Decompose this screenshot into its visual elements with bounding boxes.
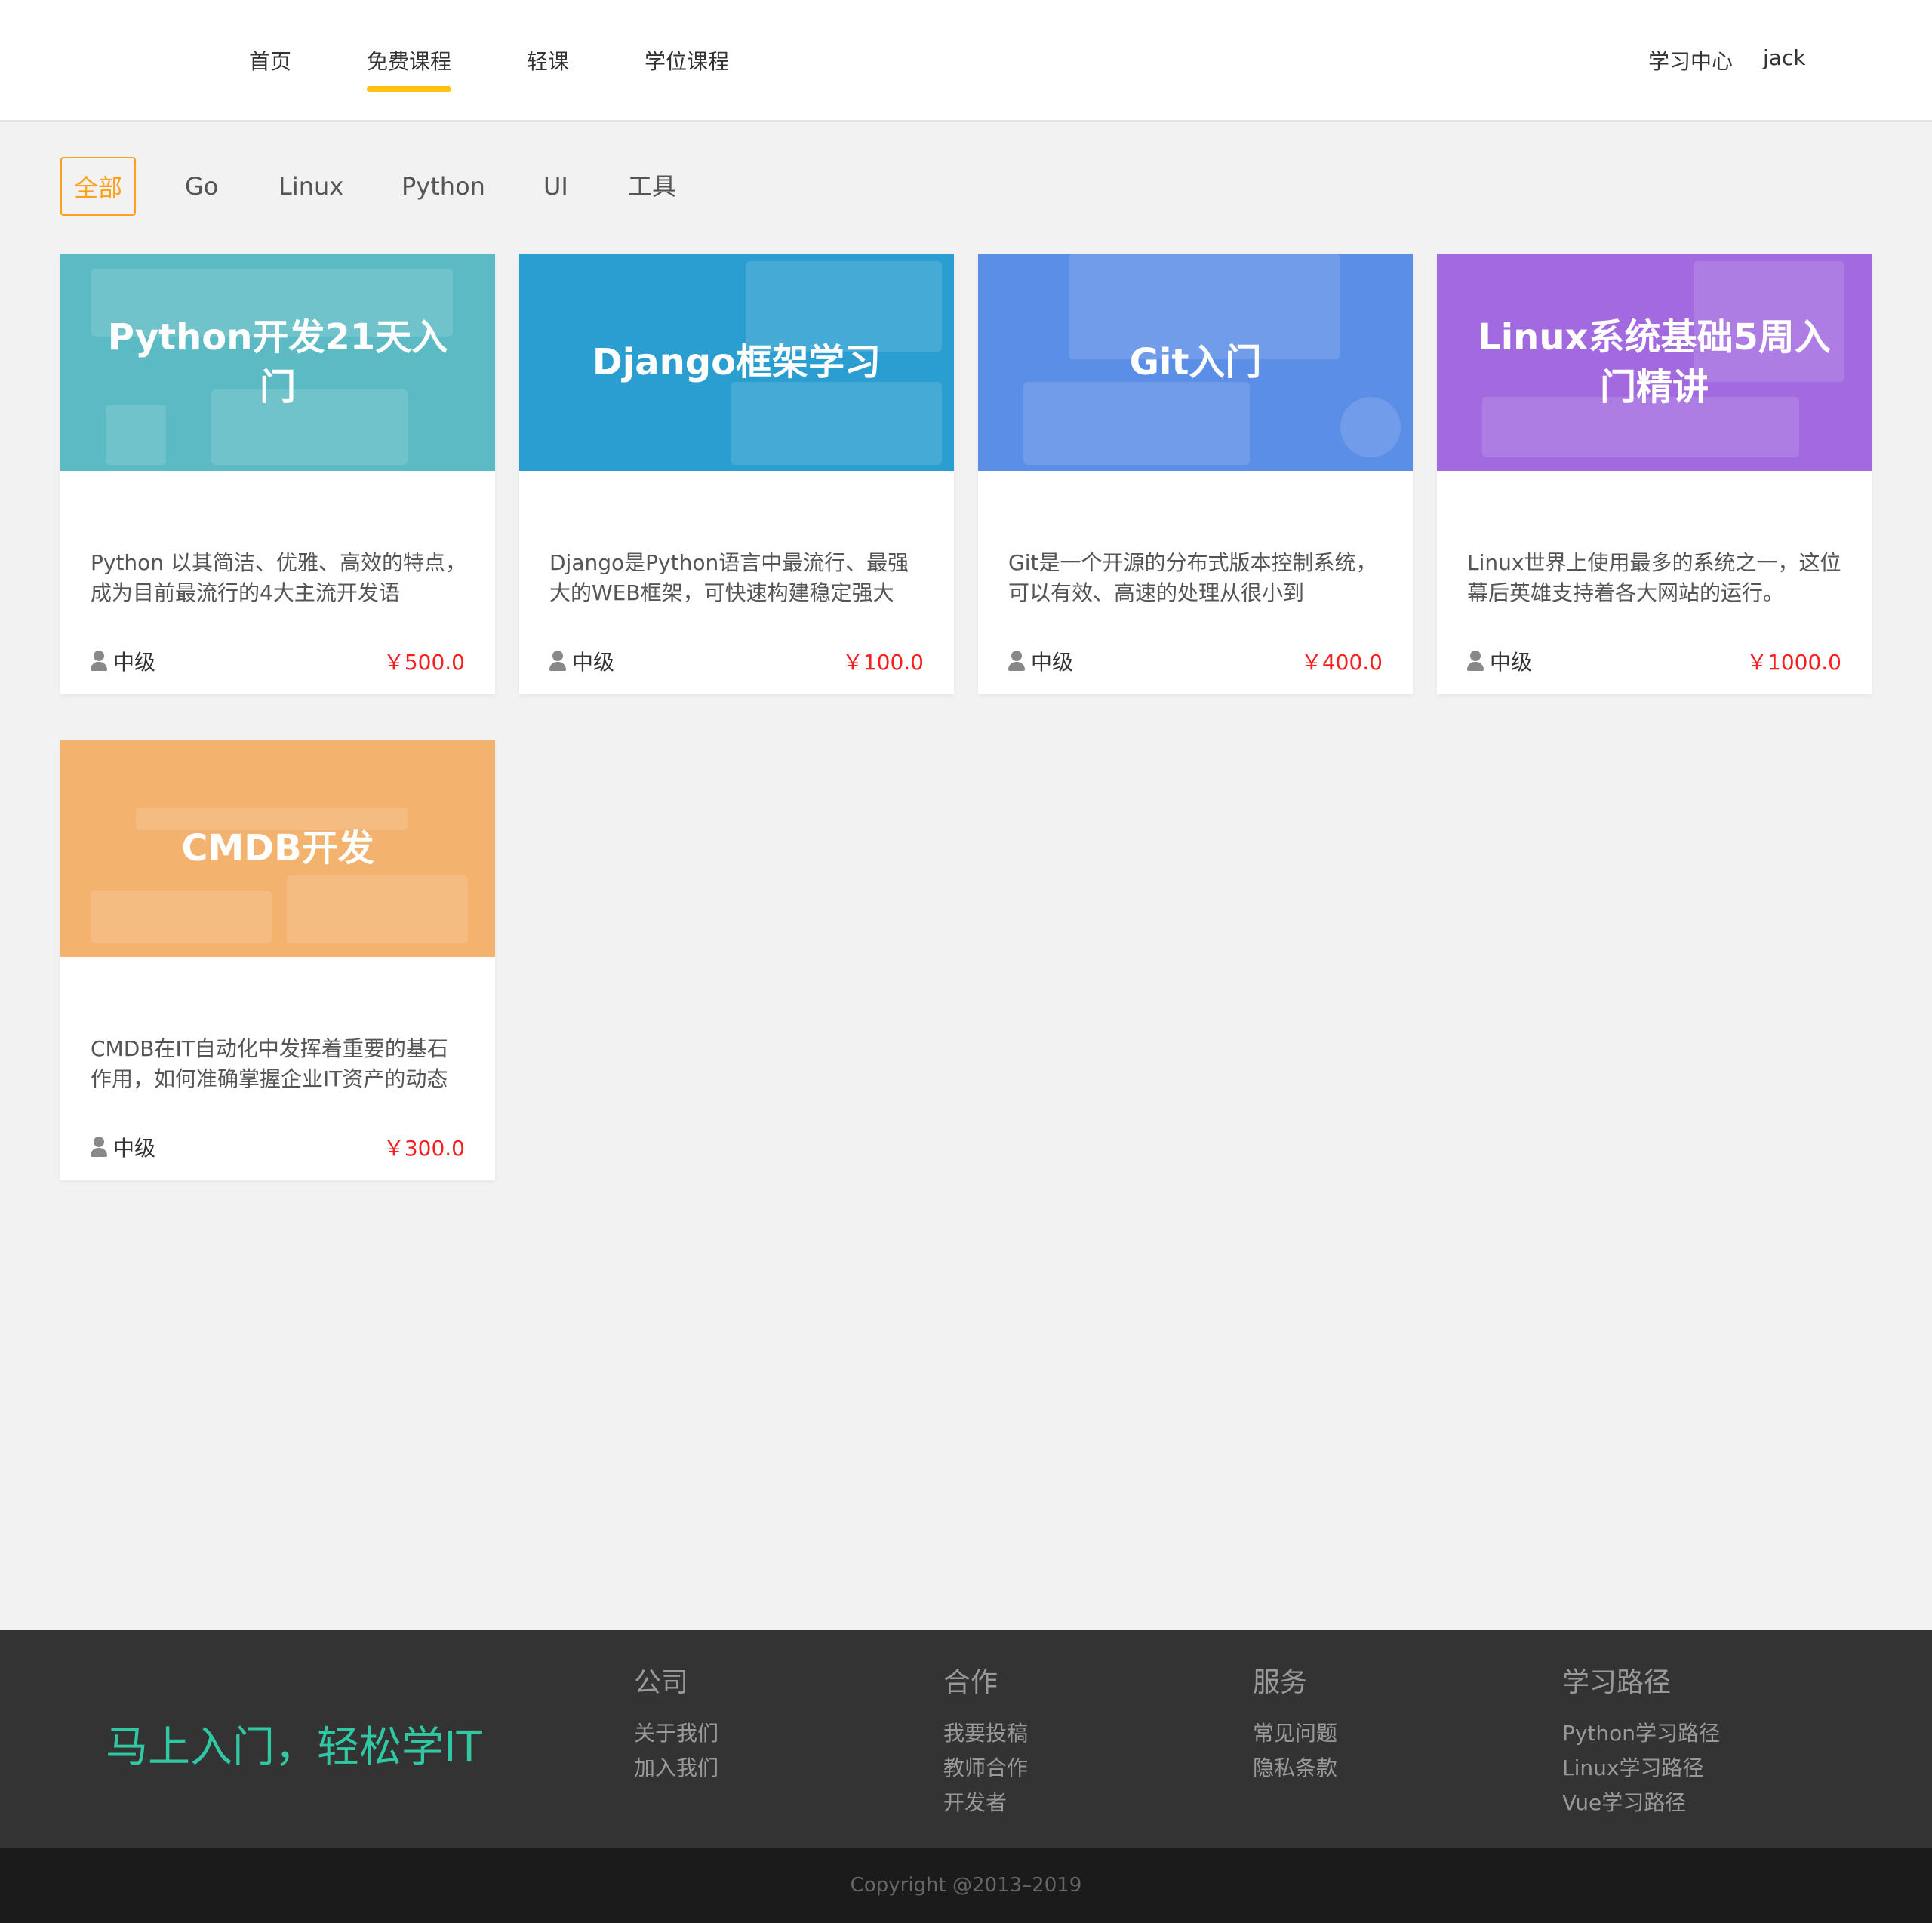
course-banner-title: Python开发21天入门 xyxy=(107,316,448,408)
footer-link-privacy[interactable]: 隐私条款 xyxy=(1253,1751,1337,1786)
course-level: 中级 xyxy=(549,646,614,676)
nav-item-home[interactable]: 首页 xyxy=(249,45,291,75)
main-nav: 首页 免费课程 轻课 学位课程 学习中心 jack xyxy=(0,0,1932,120)
copyright-text: Copyright @2013–2019 xyxy=(850,1874,1082,1897)
course-level: 中级 xyxy=(91,646,155,676)
footer-column-learning-path: 学习路径 Python学习路径 Linux学习路径 Vue学习路径 xyxy=(1562,1660,1720,1820)
footer-column-company: 公司 关于我们 加入我们 xyxy=(634,1660,718,1786)
course-level: 中级 xyxy=(1008,646,1073,676)
course-description: Python 以其简洁、优雅、高效的特点，成为目前最流行的4大主流开发语 xyxy=(91,550,466,605)
filter-tab-ui[interactable]: UI xyxy=(543,157,568,216)
nav-item-light-courses[interactable]: 轻课 xyxy=(527,45,569,75)
filter-tab-all[interactable]: 全部 xyxy=(60,157,137,216)
footer-link-developer[interactable]: 开发者 xyxy=(943,1786,1028,1820)
site-footer: 马上入门，轻松学IT 公司 关于我们 加入我们 合作 我要投稿 教师合作 开发者… xyxy=(0,1630,1932,1848)
course-banner: CMDB开发 xyxy=(60,740,495,957)
nav-item-degree-courses[interactable]: 学位课程 xyxy=(645,45,729,75)
filter-tab-tools[interactable]: 工具 xyxy=(628,157,676,216)
footer-link-faq[interactable]: 常见问题 xyxy=(1253,1716,1337,1751)
footer-column-title: 服务 xyxy=(1253,1667,1308,1698)
footer-link-teacher[interactable]: 教师合作 xyxy=(943,1751,1028,1786)
filter-tab-linux[interactable]: Linux xyxy=(278,157,343,216)
footer-column-service: 服务 常见问题 隐私条款 xyxy=(1253,1660,1337,1786)
footer-column-cooperation: 合作 我要投稿 教师合作 开发者 xyxy=(943,1660,1028,1820)
course-card[interactable]: CMDB开发 CMDB在IT自动化中发挥着重要的基石作用，如何准确掌握企业IT资… xyxy=(60,740,495,1180)
footer-column-title: 公司 xyxy=(634,1667,689,1698)
course-level: 中级 xyxy=(91,1132,155,1162)
footer-link-vue-path[interactable]: Vue学习路径 xyxy=(1562,1786,1720,1820)
course-banner-title: Git入门 xyxy=(1129,341,1262,383)
course-price: ￥300.0 xyxy=(383,1136,465,1161)
course-description: Django是Python语言中最流行、最强大的WEB框架，可快速构建稳定强大 xyxy=(549,550,909,605)
course-card[interactable]: Linux系统基础5周入门精讲 Linux世界上使用最多的系统之一，这位幕后英雄… xyxy=(1437,254,1872,694)
course-banner: Django框架学习 xyxy=(519,254,954,471)
filter-tab-python[interactable]: Python xyxy=(401,157,485,216)
course-banner: Linux系统基础5周入门精讲 xyxy=(1437,254,1872,471)
course-price: ￥500.0 xyxy=(383,650,465,675)
course-level: 中级 xyxy=(1467,646,1532,676)
course-description: Git是一个开源的分布式版本控制系统，可以有效、高速的处理从很小到 xyxy=(1008,550,1377,605)
username-link[interactable]: jack xyxy=(1763,45,1806,70)
user-icon xyxy=(91,1137,107,1158)
course-level-label: 中级 xyxy=(1031,650,1074,675)
course-card[interactable]: Django框架学习 Django是Python语言中最流行、最强大的WEB框架… xyxy=(519,254,954,694)
course-description: CMDB在IT自动化中发挥着重要的基石作用，如何准确掌握企业IT资产的动态 xyxy=(91,1036,448,1091)
footer-link-contribute[interactable]: 我要投稿 xyxy=(943,1716,1028,1751)
course-banner-title: CMDB开发 xyxy=(181,827,374,869)
course-level-label: 中级 xyxy=(113,650,156,675)
footer-column-title: 合作 xyxy=(943,1667,998,1698)
course-banner-title: Django框架学习 xyxy=(592,341,881,383)
user-icon xyxy=(1008,651,1025,672)
footer-link-join[interactable]: 加入我们 xyxy=(634,1751,718,1786)
course-price: ￥400.0 xyxy=(1300,650,1383,675)
filter-tab-go[interactable]: Go xyxy=(185,157,218,216)
course-price: ￥1000.0 xyxy=(1746,650,1841,675)
course-banner: Python开发21天入门 xyxy=(60,254,495,471)
footer-column-title: 学习路径 xyxy=(1562,1667,1672,1698)
footer-link-about[interactable]: 关于我们 xyxy=(634,1716,718,1751)
course-card[interactable]: Git入门 Git是一个开源的分布式版本控制系统，可以有效、高速的处理从很小到 … xyxy=(978,254,1413,694)
footer-link-linux-path[interactable]: Linux学习路径 xyxy=(1562,1751,1720,1786)
user-icon xyxy=(91,651,107,672)
user-icon xyxy=(1467,651,1484,672)
course-card[interactable]: Python开发21天入门 Python 以其简洁、优雅、高效的特点，成为目前最… xyxy=(60,254,495,694)
footer-link-python-path[interactable]: Python学习路径 xyxy=(1562,1716,1720,1751)
copyright-bar: Copyright @2013–2019 xyxy=(0,1848,1932,1923)
course-level-label: 中级 xyxy=(1490,650,1533,675)
course-level-label: 中级 xyxy=(572,650,615,675)
footer-slogan: 马上入门，轻松学IT xyxy=(106,1723,482,1772)
course-banner-title: Linux系统基础5周入门精讲 xyxy=(1478,316,1831,408)
top-header: 首页 免费课程 轻课 学位课程 学习中心 jack xyxy=(0,0,1932,122)
nav-item-free-courses[interactable]: 免费课程 xyxy=(367,45,452,92)
course-banner: Git入门 xyxy=(978,254,1413,471)
course-description: Linux世界上使用最多的系统之一，这位幕后英雄支持着各大网站的运行。 xyxy=(1467,550,1841,605)
user-icon xyxy=(549,651,566,672)
learning-center-link[interactable]: 学习中心 xyxy=(1648,45,1733,75)
course-price: ￥100.0 xyxy=(841,650,924,675)
course-level-label: 中级 xyxy=(113,1136,156,1161)
